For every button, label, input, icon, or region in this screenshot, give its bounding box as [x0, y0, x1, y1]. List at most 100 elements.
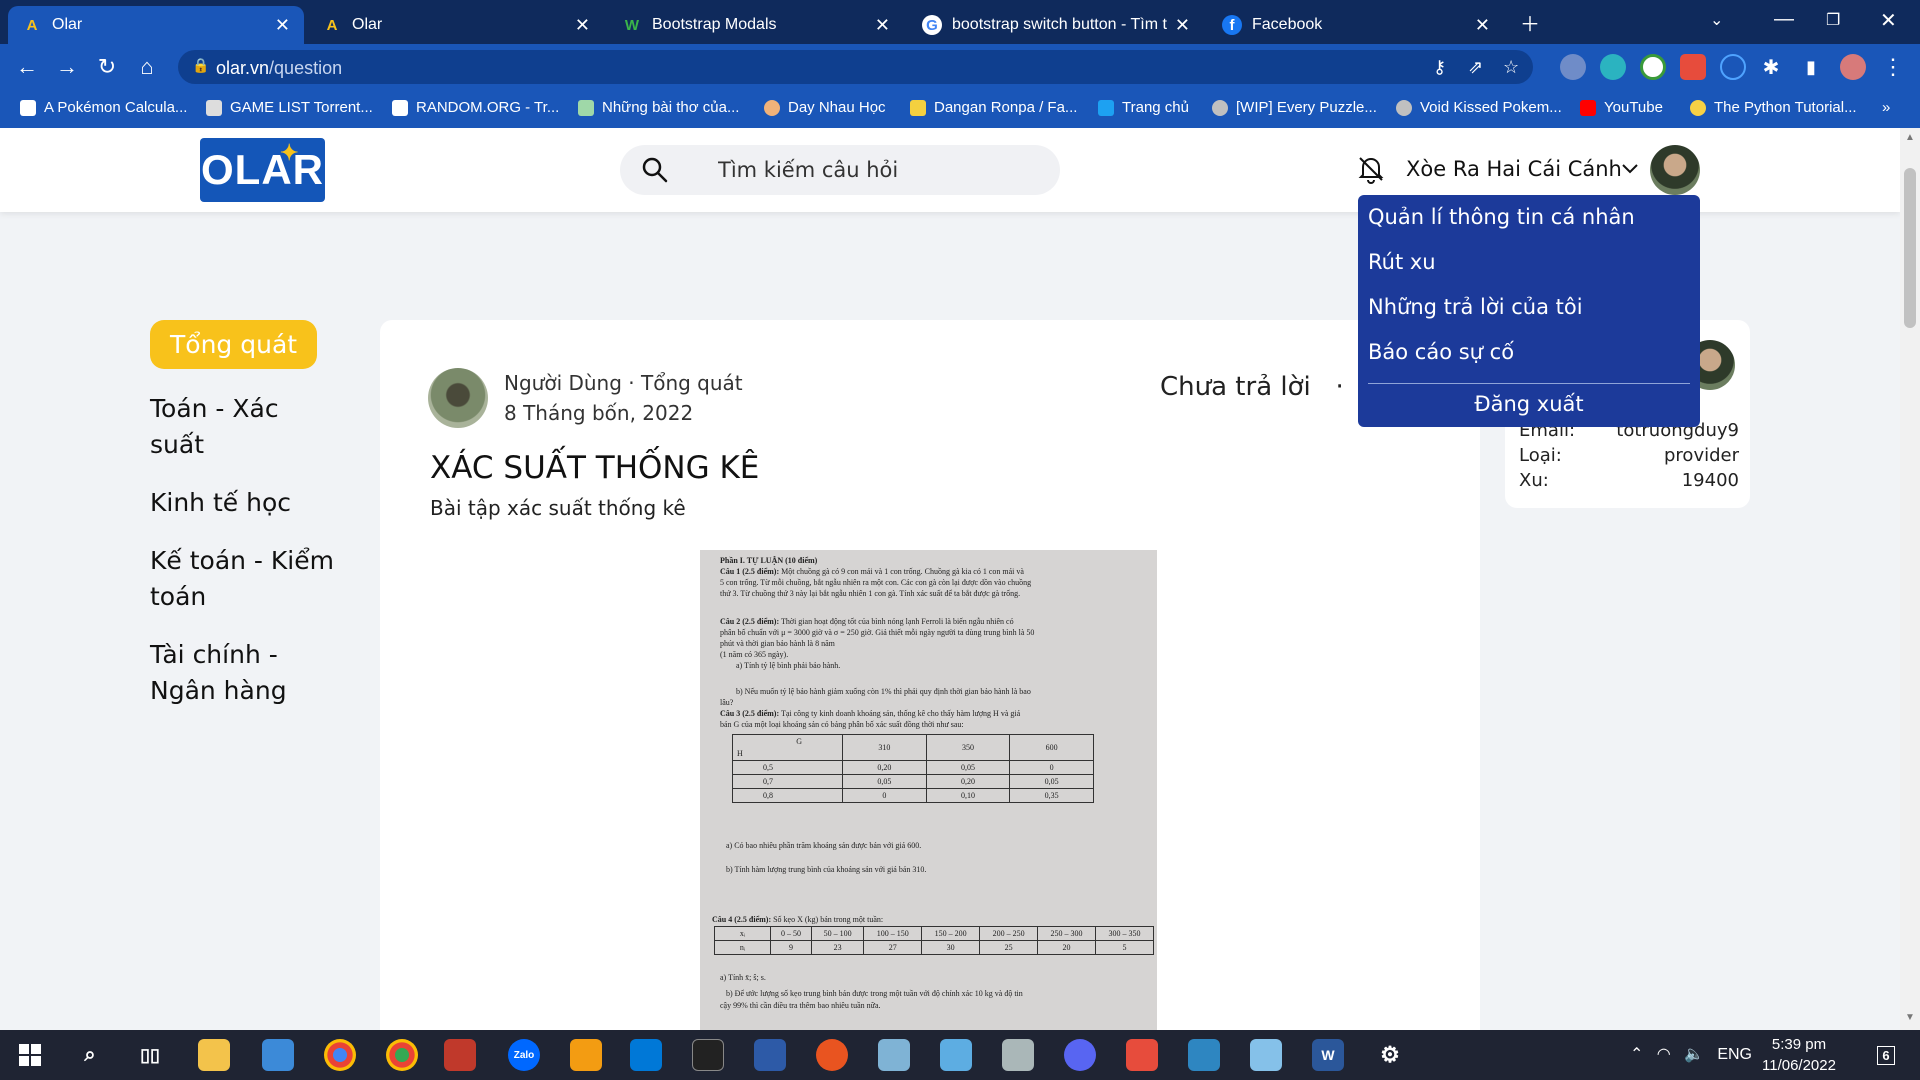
- category-active[interactable]: Tổng quát: [150, 320, 318, 369]
- category-item[interactable]: Kinh tế học: [150, 485, 340, 521]
- bookmark-item[interactable]: The Python Tutorial...: [1690, 99, 1857, 116]
- wifi-icon[interactable]: ◠: [1657, 1046, 1671, 1063]
- menu-item-my-answers[interactable]: Những trả lời của tôi: [1368, 295, 1583, 319]
- bookmark-item[interactable]: YouTube: [1580, 99, 1663, 116]
- app-icon[interactable]: [1188, 1039, 1220, 1071]
- search-icon[interactable]: ⌕: [74, 1039, 106, 1071]
- bookmark-item[interactable]: [WIP] Every Puzzle...: [1212, 99, 1377, 116]
- word-icon[interactable]: W: [1312, 1039, 1344, 1071]
- store-icon[interactable]: [262, 1039, 294, 1071]
- paint-icon[interactable]: [1002, 1039, 1034, 1071]
- page-scrollbar[interactable]: ▲ ▼: [1900, 128, 1920, 1030]
- file-explorer-icon[interactable]: [198, 1039, 230, 1071]
- powershell-icon[interactable]: [754, 1039, 786, 1071]
- minimize-icon[interactable]: —: [1774, 8, 1794, 31]
- key-icon[interactable]: ⚷: [1433, 57, 1446, 78]
- discord-icon[interactable]: [1064, 1039, 1096, 1071]
- restore-icon[interactable]: ❐: [1826, 10, 1840, 30]
- zalo-icon[interactable]: Zalo: [508, 1039, 540, 1071]
- author-line[interactable]: Người Dùng · Tổng quát: [504, 368, 743, 398]
- camera-extension-icon[interactable]: [1560, 54, 1586, 80]
- back-icon[interactable]: ←: [12, 52, 42, 82]
- settings-gear-icon[interactable]: ⚙: [1374, 1039, 1406, 1071]
- bookmark-item[interactable]: Void Kissed Pokem...: [1396, 99, 1562, 116]
- home-icon[interactable]: ⌂: [132, 52, 162, 82]
- logout-button[interactable]: Đăng xuất: [1358, 392, 1700, 416]
- clock[interactable]: 5:39 pm 11/06/2022: [1762, 1034, 1836, 1076]
- category-item[interactable]: Toán - Xác suất: [150, 391, 340, 463]
- app-icon[interactable]: [1126, 1039, 1158, 1071]
- language-indicator[interactable]: ENG: [1717, 1046, 1752, 1063]
- share-icon[interactable]: ⇗: [1468, 57, 1483, 78]
- extension-icon[interactable]: [1600, 54, 1626, 80]
- menu-item-profile[interactable]: Quản lí thông tin cá nhân: [1368, 205, 1635, 229]
- task-view-icon[interactable]: ▯▯: [134, 1039, 166, 1071]
- chrome-profile-icon[interactable]: [386, 1039, 418, 1071]
- bookmark-item[interactable]: A Pokémon Calcula...: [20, 99, 187, 116]
- vscode-icon[interactable]: [630, 1039, 662, 1071]
- notification-icon[interactable]: 6: [1870, 1039, 1902, 1071]
- scroll-up-icon[interactable]: ▲: [1905, 132, 1915, 143]
- windows-start-icon[interactable]: [14, 1039, 46, 1071]
- bookmark-item[interactable]: Trang chủ: [1098, 99, 1189, 116]
- bookmark-item[interactable]: GAME LIST Torrent...: [206, 99, 373, 116]
- record-extension-icon[interactable]: [1680, 54, 1706, 80]
- category-item[interactable]: Tài chính - Ngân hàng: [150, 637, 340, 709]
- close-tab-icon[interactable]: ✕: [275, 15, 290, 36]
- ubuntu-icon[interactable]: [816, 1039, 848, 1071]
- tab-facebook[interactable]: f Facebook ✕: [1208, 6, 1504, 44]
- menu-item-withdraw[interactable]: Rút xu: [1368, 250, 1436, 274]
- user-avatar[interactable]: [1650, 145, 1700, 195]
- scroll-down-icon[interactable]: ▼: [1905, 1012, 1915, 1023]
- close-window-icon[interactable]: ✕: [1880, 8, 1897, 33]
- snipping-icon[interactable]: [940, 1039, 972, 1071]
- close-tab-icon[interactable]: ✕: [1175, 15, 1190, 36]
- sublime-icon[interactable]: [570, 1039, 602, 1071]
- garena-icon[interactable]: [444, 1039, 476, 1071]
- terminal-icon[interactable]: [692, 1039, 724, 1071]
- close-tab-icon[interactable]: ✕: [875, 15, 890, 36]
- virtualbox-icon[interactable]: [1250, 1039, 1282, 1071]
- olar-logo[interactable]: OLAR ✦: [200, 138, 325, 202]
- bookmark-star-icon[interactable]: ☆: [1503, 57, 1519, 78]
- close-tab-icon[interactable]: ✕: [1475, 15, 1490, 36]
- profile-avatar-icon[interactable]: [1840, 54, 1866, 80]
- chrome-extension-icon[interactable]: [1640, 54, 1666, 80]
- search-icon[interactable]: [640, 155, 670, 185]
- more-bookmarks-icon[interactable]: »: [1882, 99, 1890, 116]
- bell-off-icon[interactable]: [1355, 153, 1387, 185]
- menu-kebab-icon[interactable]: ⋮: [1878, 52, 1908, 82]
- wave-extension-icon[interactable]: [1720, 54, 1746, 80]
- side-panel-icon[interactable]: ▮: [1796, 52, 1826, 82]
- bookmark-item[interactable]: Những bài thơ của...: [578, 99, 739, 116]
- chevron-up-icon[interactable]: ⌃: [1630, 1046, 1643, 1063]
- puzzle-extensions-icon[interactable]: ✱: [1756, 52, 1786, 82]
- chevron-down-icon[interactable]: [1620, 158, 1640, 178]
- tab-olar-active[interactable]: A Olar ✕: [8, 6, 304, 44]
- twitter-icon: [1098, 99, 1114, 116]
- bookmark-label: Day Nhau Học: [788, 99, 886, 116]
- new-tab-icon[interactable]: ＋: [1520, 8, 1540, 37]
- app-icon[interactable]: [878, 1039, 910, 1071]
- chrome-icon[interactable]: [324, 1039, 356, 1071]
- address-bar[interactable]: 🔒 olar.vn/question ⚷ ⇗ ☆: [178, 50, 1533, 84]
- volume-icon[interactable]: 🔈: [1684, 1046, 1704, 1063]
- tab-search-icon[interactable]: ⌄: [1710, 10, 1723, 30]
- author-avatar[interactable]: [428, 368, 488, 428]
- menu-item-report[interactable]: Báo cáo sự cố: [1368, 340, 1514, 364]
- user-name[interactable]: Xòe Ra Hai Cái Cánh: [1406, 157, 1622, 181]
- tab-google-search[interactable]: G bootstrap switch button - Tìm trê ✕: [908, 6, 1204, 44]
- bookmark-item[interactable]: Dangan Ronpa / Fa...: [910, 99, 1077, 116]
- scroll-thumb[interactable]: [1904, 168, 1916, 328]
- bookmark-item[interactable]: RANDOM.ORG - Tr...: [392, 99, 559, 116]
- search-input[interactable]: [718, 156, 1038, 184]
- reload-icon[interactable]: ↻: [92, 52, 122, 82]
- exam-line: cậy 99% thì cần điều tra thêm bao nhiêu …: [720, 1001, 881, 1010]
- tab-bootstrap-modals[interactable]: W Bootstrap Modals ✕: [608, 6, 904, 44]
- forward-icon[interactable]: →: [52, 52, 82, 82]
- exam-image[interactable]: Phần I. TỰ LUẬN (10 điểm) Câu 1 (2.5 điể…: [700, 550, 1157, 1030]
- bookmark-item[interactable]: Day Nhau Học: [764, 99, 886, 116]
- close-tab-icon[interactable]: ✕: [575, 15, 590, 36]
- tab-olar[interactable]: A Olar ✕: [308, 6, 604, 44]
- category-item[interactable]: Kế toán - Kiểm toán: [150, 543, 340, 615]
